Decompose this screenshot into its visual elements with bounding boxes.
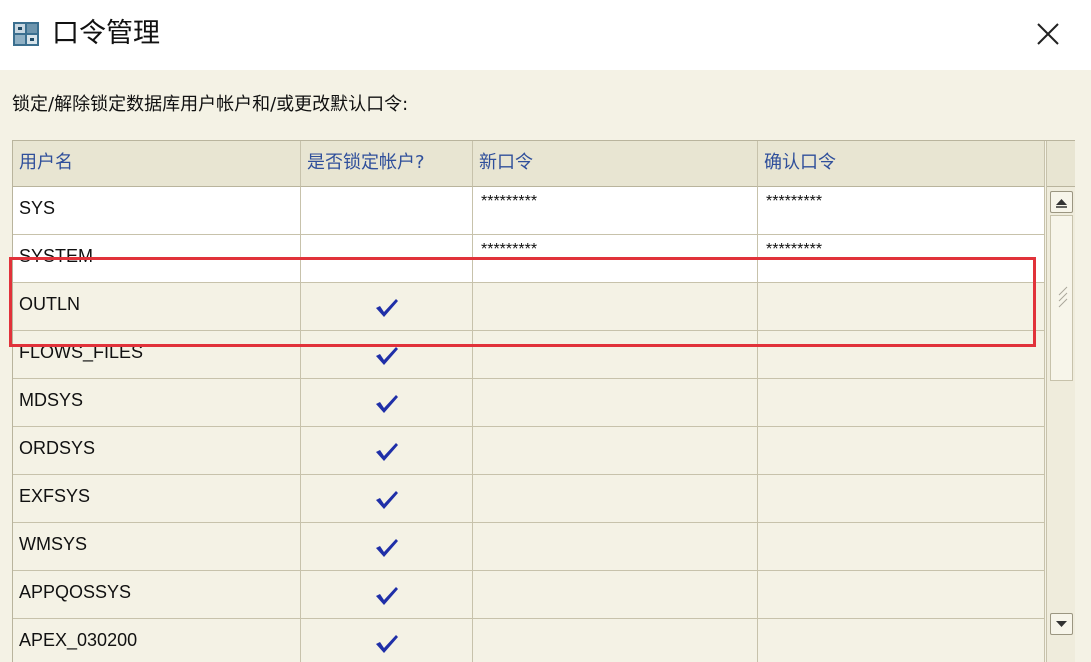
checkmark-icon <box>375 395 398 413</box>
scrollbar-corner <box>1047 141 1075 187</box>
close-button[interactable] <box>1024 14 1072 54</box>
confirm-password-input[interactable] <box>758 331 1045 379</box>
new-password-input[interactable] <box>473 475 758 523</box>
lock-account-cell[interactable] <box>301 427 473 475</box>
grip-icon <box>1058 286 1068 308</box>
header-username[interactable]: 用户名 <box>13 141 301 187</box>
confirm-password-input[interactable] <box>758 571 1045 619</box>
header-confirm-password[interactable]: 确认口令 <box>758 141 1045 187</box>
dialog-content: 锁定/解除锁定数据库用户帐户和/或更改默认口令: 用户名 是否锁定帐户? 新口令… <box>0 70 1091 662</box>
new-password-input[interactable] <box>473 571 758 619</box>
new-password-input[interactable] <box>473 427 758 475</box>
new-password-input[interactable] <box>473 379 758 427</box>
close-icon <box>1037 23 1059 45</box>
confirm-password-input[interactable] <box>758 475 1045 523</box>
table-row[interactable]: APEX_030200 <box>13 619 1045 662</box>
table-row[interactable]: EXFSYS <box>13 475 1045 523</box>
table-header: 用户名 是否锁定帐户? 新口令 确认口令 <box>13 141 1045 187</box>
checkmark-icon <box>375 635 398 653</box>
username-cell: FLOWS_FILES <box>13 331 301 379</box>
username-cell: EXFSYS <box>13 475 301 523</box>
password-table: 用户名 是否锁定帐户? 新口令 确认口令 SYS ********* *******… <box>12 140 1075 662</box>
table-row[interactable]: FLOWS_FILES <box>13 331 1045 379</box>
header-lock-account[interactable]: 是否锁定帐户? <box>301 141 473 187</box>
lock-account-cell[interactable] <box>301 283 473 331</box>
username-cell: MDSYS <box>13 379 301 427</box>
new-password-input[interactable] <box>473 331 758 379</box>
table-row[interactable]: SYSTEM ********* ********* <box>13 235 1045 283</box>
checkmark-icon <box>375 443 398 461</box>
checkmark-icon <box>375 299 398 317</box>
scroll-up-button[interactable] <box>1050 191 1073 213</box>
lock-account-cell[interactable] <box>301 523 473 571</box>
table-row[interactable]: ORDSYS <box>13 427 1045 475</box>
confirm-password-input[interactable] <box>758 283 1045 331</box>
new-password-input[interactable] <box>473 283 758 331</box>
table-row[interactable]: APPQOSSYS <box>13 571 1045 619</box>
window-title: 口令管理 <box>52 18 160 49</box>
table-row[interactable]: WMSYS <box>13 523 1045 571</box>
confirm-password-input[interactable]: ********* <box>758 235 1045 283</box>
confirm-password-input[interactable] <box>758 619 1045 662</box>
lock-account-cell[interactable] <box>301 331 473 379</box>
username-cell: SYS <box>13 187 301 235</box>
new-password-input[interactable] <box>473 619 758 662</box>
triangle-down-icon <box>1056 621 1067 627</box>
new-password-input[interactable]: ********* <box>473 235 758 283</box>
lock-account-cell[interactable] <box>301 571 473 619</box>
scroll-down-button[interactable] <box>1050 613 1073 635</box>
table-row[interactable]: MDSYS <box>13 379 1045 427</box>
database-app-icon <box>12 20 42 48</box>
table-row[interactable]: OUTLN <box>13 283 1045 331</box>
username-cell: WMSYS <box>13 523 301 571</box>
triangle-up-icon <box>1056 199 1067 208</box>
confirm-password-input[interactable] <box>758 379 1045 427</box>
new-password-input[interactable]: ********* <box>473 187 758 235</box>
username-cell: OUTLN <box>13 283 301 331</box>
checkmark-icon <box>375 539 398 557</box>
username-cell: APEX_030200 <box>13 619 301 662</box>
lock-account-cell[interactable] <box>301 475 473 523</box>
lock-account-cell[interactable] <box>301 619 473 662</box>
checkmark-icon <box>375 347 398 365</box>
username-cell: ORDSYS <box>13 427 301 475</box>
confirm-password-input[interactable] <box>758 523 1045 571</box>
title-bar: 口令管理 <box>0 0 1091 70</box>
checkmark-icon <box>375 587 398 605</box>
lock-account-cell[interactable] <box>301 379 473 427</box>
confirm-password-input[interactable]: ********* <box>758 187 1045 235</box>
username-cell: APPQOSSYS <box>13 571 301 619</box>
header-new-password[interactable]: 新口令 <box>473 141 758 187</box>
scroll-thumb[interactable] <box>1050 215 1073 381</box>
lock-account-cell[interactable] <box>301 187 473 235</box>
lock-account-cell[interactable] <box>301 235 473 283</box>
checkmark-icon <box>375 491 398 509</box>
table-row[interactable]: SYS ********* ********* <box>13 187 1045 235</box>
new-password-input[interactable] <box>473 523 758 571</box>
vertical-scrollbar[interactable] <box>1046 141 1075 662</box>
instruction-text: 锁定/解除锁定数据库用户帐户和/或更改默认口令: <box>12 94 409 115</box>
username-cell: SYSTEM <box>13 235 301 283</box>
confirm-password-input[interactable] <box>758 427 1045 475</box>
